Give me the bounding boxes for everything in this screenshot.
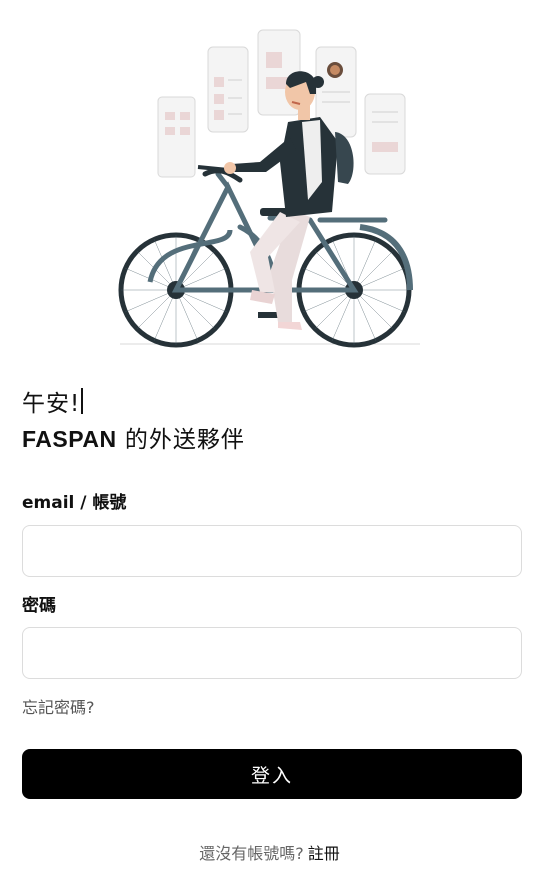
email-label: email / 帳號 <box>22 493 127 513</box>
signup-prompt: 還沒有帳號嗎? <box>199 844 304 863</box>
cyclist-illustration <box>118 29 420 348</box>
tagline-text: 的外送夥伴 <box>116 427 245 453</box>
password-label: 密碼 <box>22 596 56 616</box>
greeting-text: 午安! <box>22 391 81 417</box>
email-input[interactable] <box>22 525 522 577</box>
greeting-heading: 午安! <box>22 384 83 418</box>
tagline: FASPAN 的外送夥伴 <box>22 420 245 454</box>
login-button[interactable]: 登入 <box>22 749 522 799</box>
password-input[interactable] <box>22 627 522 679</box>
brand-name: FASPAN <box>22 426 117 452</box>
signup-link[interactable]: 註冊 <box>308 844 340 863</box>
signup-row: 還沒有帳號嗎? 註冊 <box>0 840 539 864</box>
text-caret <box>81 388 83 414</box>
hero-illustration <box>110 22 430 352</box>
forgot-password-link[interactable]: 忘記密碼? <box>22 694 95 718</box>
